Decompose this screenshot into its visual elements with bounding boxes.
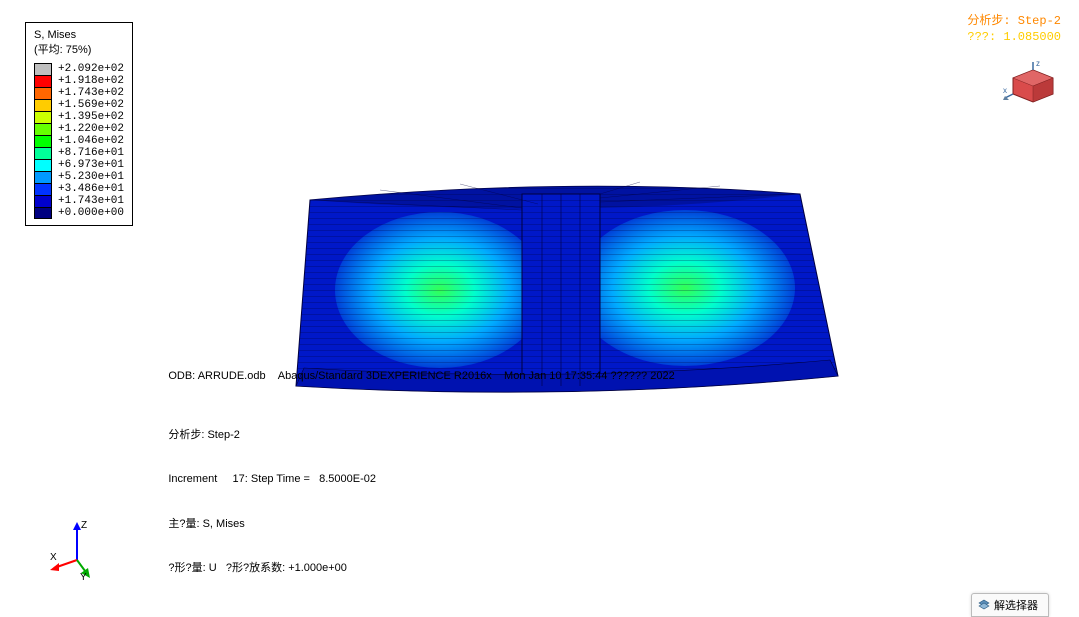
- steptime-value: 8.5000E-02: [319, 473, 376, 485]
- primary-var-label: 主?量:: [168, 518, 199, 530]
- legend-row: +6.973e+01: [34, 159, 124, 171]
- legend-row: +1.395e+02: [34, 111, 124, 123]
- legend-row: +2.092e+02: [34, 63, 124, 75]
- svg-text:z: z: [1036, 60, 1040, 68]
- legend-swatch: [34, 123, 52, 135]
- status-extra-label: ???:: [967, 30, 996, 44]
- legend-swatch: [34, 75, 52, 87]
- odb-datetime: Mon Jan 10 17:35:44 ?????? 2022: [504, 370, 675, 382]
- layers-icon: [978, 599, 990, 611]
- status-step-label: 分析步:: [967, 14, 1010, 28]
- legend-title-line1: S, Mises: [34, 29, 124, 42]
- step-value: Step-2: [207, 429, 239, 441]
- legend-row: +3.486e+01: [34, 183, 124, 195]
- legend-value: +0.000e+00: [58, 207, 124, 220]
- legend-swatch: [34, 171, 52, 183]
- legend-swatch: [34, 111, 52, 123]
- legend-swatch: [34, 147, 52, 159]
- legend-swatch: [34, 63, 52, 75]
- viewport[interactable]: S, Mises (平均: 75%) +2.092e+02+1.918e+02+…: [0, 0, 1079, 617]
- legend-row: +1.918e+02: [34, 75, 124, 87]
- scale-label: ?形?放系数:: [226, 562, 285, 574]
- axis-x-label: X: [50, 552, 57, 563]
- solver-name: Abaqus/Standard 3DEXPERIENCE R2016x: [278, 370, 492, 382]
- legend-row: +0.000e+00: [34, 207, 124, 219]
- contour-legend: S, Mises (平均: 75%) +2.092e+02+1.918e+02+…: [25, 22, 133, 226]
- increment-label: Increment: [168, 473, 217, 485]
- svg-text:x: x: [1003, 86, 1007, 95]
- legend-row: +5.230e+01: [34, 171, 124, 183]
- scale-value: +1.000e+00: [288, 562, 347, 574]
- legend-row: +1.569e+02: [34, 99, 124, 111]
- legend-body: +2.092e+02+1.918e+02+1.743e+02+1.569e+02…: [34, 63, 124, 219]
- view-triad[interactable]: z x: [1003, 60, 1063, 105]
- legend-row: +1.220e+02: [34, 123, 124, 135]
- legend-swatch: [34, 183, 52, 195]
- increment-num: 17: [233, 473, 245, 485]
- frame-info-block: ODB: ARRUDE.odb Abaqus/Standard 3DEXPERI…: [150, 354, 675, 591]
- step-label: 分析步:: [168, 429, 204, 441]
- status-readout: 分析步: Step-2 ???: 1.085000: [967, 14, 1061, 45]
- legend-swatch: [34, 195, 52, 207]
- legend-row: +1.046e+02: [34, 135, 124, 147]
- odb-label: ODB:: [168, 370, 195, 382]
- status-step-value: Step-2: [1018, 14, 1061, 28]
- legend-swatch: [34, 135, 52, 147]
- legend-row: +1.743e+02: [34, 87, 124, 99]
- popup-label: 解选择器: [994, 597, 1038, 613]
- legend-title-line2: (平均: 75%): [34, 44, 124, 57]
- axis-z-label: Z: [81, 520, 87, 531]
- steptime-label: Step Time =: [251, 473, 310, 485]
- deform-var-value: U: [209, 562, 217, 574]
- legend-swatch: [34, 87, 52, 99]
- legend-swatch: [34, 159, 52, 171]
- status-extra-value: 1.085000: [1003, 30, 1061, 44]
- legend-row: +8.716e+01: [34, 147, 124, 159]
- legend-row: +1.743e+01: [34, 195, 124, 207]
- deform-var-label: ?形?量:: [168, 562, 205, 574]
- odb-file: ARRUDE.odb: [198, 370, 266, 382]
- primary-var-value: S, Mises: [203, 518, 245, 530]
- mini-popup[interactable]: 解选择器: [971, 593, 1049, 617]
- legend-swatch: [34, 99, 52, 111]
- legend-swatch: [34, 207, 52, 219]
- axis-y-label: Y: [80, 572, 87, 580]
- coordinate-triad: Z X Y: [50, 520, 105, 575]
